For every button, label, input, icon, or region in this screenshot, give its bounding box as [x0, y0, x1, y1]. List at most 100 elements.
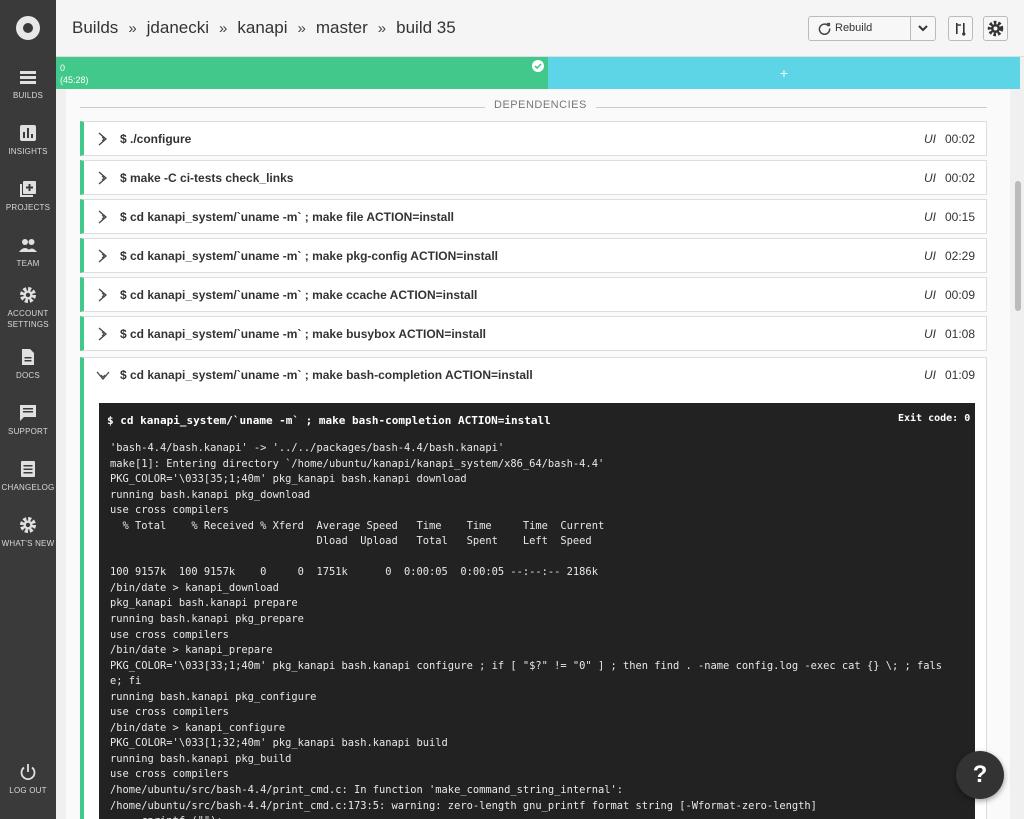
team-icon [19, 239, 37, 252]
step-duration: 01:09 [945, 368, 976, 382]
sidebar-item-label: INSIGHTS [8, 147, 48, 156]
step-duration: 00:15 [945, 210, 976, 224]
step-command: $ cd kanapi_system/`uname -m` ; make bus… [120, 327, 486, 341]
step-command: $ cd kanapi_system/`uname -m` ; make cca… [120, 288, 478, 302]
step-row[interactable]: $ make -C ci-tests check_links UI 00:02 [80, 160, 987, 195]
step-command: $ make -C ci-tests check_links [120, 171, 294, 185]
help-button[interactable]: ? [956, 751, 1004, 799]
terminal-line: running bash.kanapi pkg_prepare [110, 613, 304, 626]
terminal-line: 100 9157k 100 9157k 0 0 1751k 0 0:00:05 … [110, 566, 598, 579]
terminal-line: PKG_COLOR='\033[1;32;40m' pkg_kanapi bas… [110, 737, 448, 750]
step-command: $ ./configure [120, 132, 192, 146]
step-ui-tag: UI [924, 132, 936, 146]
sidebar-item-support[interactable]: SUPPORT [0, 404, 56, 437]
container-duration: (45:28) [60, 75, 89, 85]
docs-icon [22, 349, 34, 365]
gear-icon [20, 287, 36, 303]
step-ui-tag: UI [924, 210, 936, 224]
terminal-line: e; fi [110, 675, 142, 688]
scrollbar-thumb[interactable] [1015, 181, 1021, 311]
git-compare-button[interactable] [948, 16, 973, 41]
step-command: $ cd kanapi_system/`uname -m` ; make bas… [120, 368, 533, 382]
sidebar-item-changelog[interactable]: CHANGELOG [0, 460, 56, 493]
breadcrumb: Builds » jdanecki » kanapi » master » build 35 [72, 18, 456, 38]
gear-icon [987, 20, 1004, 37]
breadcrumb-org[interactable]: jdanecki [147, 18, 209, 37]
builds-icon [20, 71, 36, 84]
breadcrumb-project[interactable]: kanapi [237, 18, 287, 37]
plus-icon: + [779, 65, 789, 81]
chevron-right-icon [98, 171, 107, 185]
sidebar-item-label: ACCOUNT SETTINGS [7, 309, 49, 329]
terminal-line: /home/ubuntu/src/bash-4.4/print_cmd.c:17… [110, 799, 817, 812]
git-compare-icon [956, 23, 966, 36]
support-icon [20, 405, 36, 421]
terminal-line: cprintf (""); [110, 814, 966, 819]
step-row[interactable]: $ cd kanapi_system/`uname -m` ; make fil… [80, 199, 987, 234]
terminal-line: /bin/date > kanapi_prepare [110, 644, 273, 657]
step-row[interactable]: $ cd kanapi_system/`uname -m` ; make pkg… [80, 238, 987, 273]
breadcrumb-build: build 35 [396, 18, 456, 37]
breadcrumb-separator: » [128, 20, 137, 37]
sidebar-item-insights[interactable]: INSIGHTS [0, 124, 56, 157]
circleci-logo-icon[interactable] [16, 16, 40, 40]
step-row[interactable]: $ ./configure UI 00:02 [80, 121, 987, 156]
sidebar-item-team[interactable]: TEAM [0, 236, 56, 269]
chevron-down-icon [96, 371, 110, 380]
section-divider: DEPENDENCIES [80, 99, 987, 111]
step-ui-tag: UI [924, 327, 936, 341]
step-row[interactable]: $ cd kanapi_system/`uname -m` ; make cca… [80, 277, 987, 312]
step-duration: 01:08 [945, 327, 976, 341]
add-container-button[interactable]: + [548, 57, 1020, 89]
power-icon [20, 764, 36, 781]
step-duration: 02:29 [945, 249, 976, 263]
step-ui-tag: UI [924, 288, 936, 302]
sidebar-item-label: SUPPORT [8, 427, 48, 436]
step-duration: 00:02 [945, 132, 976, 146]
terminal-line: pkg_kanapi bash.kanapi prepare [110, 597, 298, 610]
terminal-line: running bash.kanapi pkg_configure [110, 690, 317, 703]
chevron-right-icon [98, 288, 107, 302]
sidebar-item-projects[interactable]: PROJECTS [0, 180, 56, 213]
sidebar-item-whats-new[interactable]: WHAT'S NEW [0, 516, 56, 549]
settings-button[interactable] [983, 16, 1008, 41]
step-output-terminal[interactable]: $ cd kanapi_system/`uname -m` ; make bas… [99, 403, 975, 819]
chevron-right-icon [98, 327, 107, 341]
terminal-line: running bash.kanapi pkg_build [110, 752, 292, 765]
terminal-log: 'bash-4.4/bash.kanapi' -> '../../package… [110, 441, 966, 819]
rebuild-button[interactable]: Rebuild [808, 16, 911, 41]
terminal-line: % Total % Received % Xferd Average Speed… [110, 519, 605, 532]
terminal-line: use cross compilers [110, 706, 229, 719]
step-duration: 00:02 [945, 171, 976, 185]
step-ui-tag: UI [924, 368, 936, 382]
step-command: $ cd kanapi_system/`uname -m` ; make pkg… [120, 249, 498, 263]
rebuild-dropdown-button[interactable] [910, 16, 936, 41]
chevron-down-icon [918, 25, 928, 32]
chevron-right-icon [98, 210, 107, 224]
exit-code: Exit code: 0 [898, 413, 971, 424]
sidebar-item-builds[interactable]: BUILDS [0, 68, 56, 101]
terminal-line: PKG_COLOR='\033[33;1;40m' pkg_kanapi bas… [110, 659, 943, 672]
sidebar-item-account-settings[interactable]: ACCOUNT SETTINGS [0, 286, 56, 330]
step-ui-tag: UI [924, 171, 936, 185]
logout-button[interactable]: LOG OUT [0, 763, 56, 796]
step-duration: 00:09 [945, 288, 976, 302]
step-row[interactable]: $ cd kanapi_system/`uname -m` ; make bus… [80, 316, 987, 351]
terminal-line: use cross compilers [110, 768, 229, 781]
terminal-line: use cross compilers [110, 504, 229, 517]
terminal-command: $ cd kanapi_system/`uname -m` ; make bas… [107, 414, 551, 427]
terminal-line: running bash.kanapi pkg_download [110, 488, 311, 501]
terminal-line: /home/ubuntu/src/bash-4.4/print_cmd.c: I… [110, 784, 623, 797]
help-icon: ? [972, 761, 988, 788]
container-0-tab[interactable]: 0 (45:28) [56, 57, 548, 89]
sidebar-item-docs[interactable]: DOCS [0, 348, 56, 381]
breadcrumb-builds[interactable]: Builds [72, 18, 118, 37]
breadcrumb-separator: » [219, 20, 228, 37]
breadcrumb-separator: » [297, 20, 306, 37]
breadcrumb-branch[interactable]: master [316, 18, 368, 37]
terminal-line: use cross compilers [110, 628, 229, 641]
terminal-line: make[1]: Entering directory `/home/ubunt… [110, 457, 605, 470]
page-scrollbar[interactable] [1012, 89, 1024, 819]
insights-icon [20, 125, 36, 141]
terminal-line: 'bash-4.4/bash.kanapi' -> '../../package… [110, 442, 505, 454]
